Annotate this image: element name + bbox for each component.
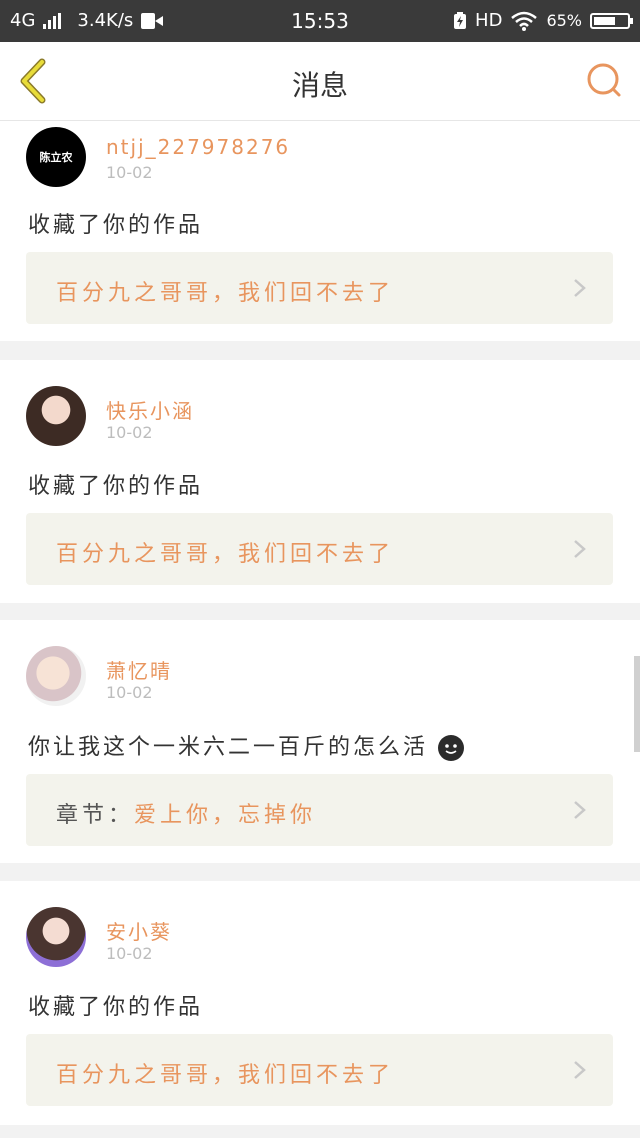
work-title: 百分九之哥哥，我们回不去了 bbox=[56, 542, 395, 567]
chapter-prefix: 章节： bbox=[56, 803, 135, 828]
work-title: 百分九之哥哥，我们回不去了 bbox=[56, 281, 395, 306]
battery-icon bbox=[590, 12, 633, 29]
work-link[interactable]: 百分九之哥哥，我们回不去了 bbox=[26, 252, 613, 324]
scrollbar[interactable] bbox=[634, 656, 640, 752]
username[interactable]: 安小葵 bbox=[106, 916, 172, 945]
message-date: 10-02 bbox=[106, 163, 153, 182]
smile-emoji-icon bbox=[438, 735, 465, 761]
list-item: 萧忆晴 10-02 你让我这个一米六二一百斤的怎么活 章节：爱上你，忘掉你 bbox=[0, 620, 640, 863]
hd-badge: HD bbox=[475, 10, 503, 31]
list-item: 安小葵 10-02 收藏了你的作品 百分九之哥哥，我们回不去了 bbox=[0, 881, 640, 1125]
list-item: 快乐小涵 10-02 收藏了你的作品 百分九之哥哥，我们回不去了 bbox=[0, 360, 640, 603]
avatar[interactable] bbox=[26, 907, 86, 967]
work-title: 百分九之哥哥，我们回不去了 bbox=[56, 1063, 395, 1088]
avatar[interactable] bbox=[26, 386, 86, 446]
message-text: 收藏了你的作品 bbox=[28, 474, 204, 499]
username[interactable]: 萧忆晴 bbox=[106, 655, 172, 684]
work-link[interactable]: 百分九之哥哥，我们回不去了 bbox=[26, 1034, 613, 1106]
work-link[interactable]: 百分九之哥哥，我们回不去了 bbox=[26, 513, 613, 585]
chapter-link[interactable]: 章节：爱上你，忘掉你 bbox=[26, 774, 613, 846]
search-icon[interactable] bbox=[586, 62, 624, 100]
message-text: 收藏了你的作品 bbox=[28, 995, 204, 1020]
message-text: 你让我这个一米六二一百斤的怎么活 bbox=[28, 729, 465, 761]
message-date: 10-02 bbox=[106, 683, 153, 702]
chevron-right-icon bbox=[574, 801, 586, 819]
username[interactable]: ntjj_227978276 bbox=[106, 135, 290, 159]
avatar-label: 陈立农 bbox=[39, 151, 73, 164]
chapter-title: 章节：爱上你，忘掉你 bbox=[56, 803, 317, 828]
chevron-right-icon bbox=[574, 1061, 586, 1079]
list-item: 陈立农 ntjj_227978276 10-02 收藏了你的作品 百分九之哥哥，… bbox=[0, 121, 640, 341]
chevron-right-icon bbox=[574, 279, 586, 297]
status-bar: 4G 3.4K/s 15:53 HD 65% bbox=[0, 0, 640, 42]
message-date: 10-02 bbox=[106, 423, 153, 442]
username[interactable]: 快乐小涵 bbox=[106, 395, 194, 424]
page-title: 消息 bbox=[291, 69, 348, 102]
chevron-right-icon bbox=[574, 540, 586, 558]
wifi-icon bbox=[511, 11, 538, 31]
avatar[interactable]: 陈立农 bbox=[26, 127, 86, 187]
header-bar: 消息 bbox=[0, 42, 640, 121]
message-text: 收藏了你的作品 bbox=[28, 213, 204, 238]
battery-percent: 65% bbox=[546, 11, 582, 30]
status-right: HD 65% bbox=[453, 10, 633, 31]
message-date: 10-02 bbox=[106, 944, 153, 963]
avatar[interactable] bbox=[26, 646, 86, 706]
battery-charging-icon bbox=[454, 11, 467, 29]
